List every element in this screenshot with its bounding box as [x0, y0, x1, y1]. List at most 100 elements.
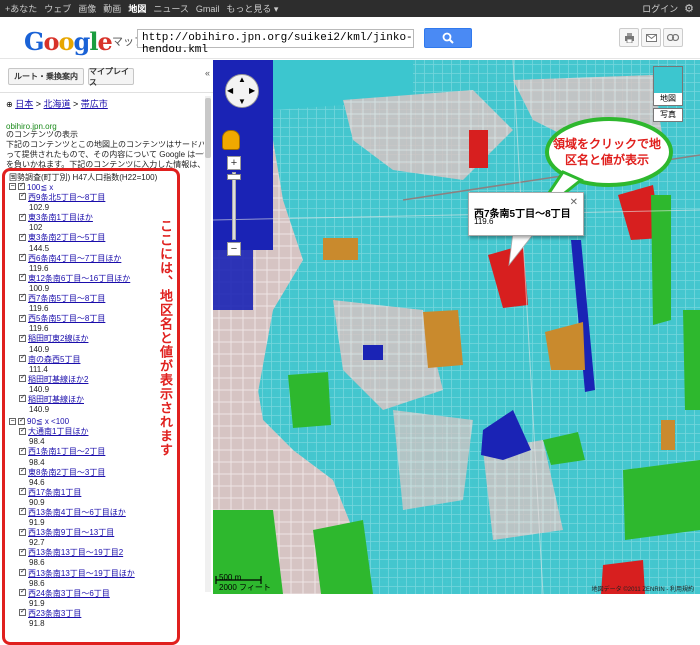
checkbox[interactable]	[19, 313, 26, 323]
legend-header: 国勢調査(町丁別) H47人口指数(H22=100)	[9, 173, 158, 182]
panel-scrollbar[interactable]	[205, 96, 211, 592]
checkbox[interactable]	[18, 181, 25, 191]
notice-line-3: って提供されたもので、その内容について Google は一切の責任	[6, 150, 204, 159]
checkbox[interactable]	[19, 393, 26, 403]
legend-item[interactable]: 西23条南3丁目	[5, 607, 177, 619]
maptype-map-button[interactable]: 地図	[653, 66, 683, 106]
checkbox[interactable]	[19, 191, 26, 202]
legend-value: 91.8	[29, 619, 45, 629]
login-link[interactable]: ログイン	[642, 2, 678, 15]
legend-group-100-plus[interactable]: −100≦ x	[5, 181, 177, 193]
checkbox[interactable]	[19, 353, 26, 363]
checkbox[interactable]	[19, 486, 26, 496]
google-top-bar: +あなた ウェブ 画像 動画 地図 ニュース Gmail もっと見る ▾ ログイ…	[0, 0, 700, 17]
breadcrumb-japan[interactable]: 日本	[15, 99, 33, 109]
print-icon	[624, 32, 634, 43]
legend-value: 98.6	[29, 578, 45, 588]
zoom-slider-thumb[interactable]	[227, 174, 241, 180]
legend-list: 国勢調査(町丁別) H47人口指数(H22=100) −100≦ x 西9条北5…	[2, 168, 180, 645]
nav-link-images[interactable]: 画像	[78, 2, 96, 15]
nav-link-web[interactable]: ウェブ	[44, 2, 71, 15]
pan-control[interactable]: ▲ ◀ ▶ ▼	[225, 74, 261, 118]
print-button[interactable]	[619, 28, 639, 47]
collapse-panel-icon[interactable]: «	[205, 68, 210, 78]
scale-label: 500 m 2000 フィート	[219, 573, 271, 592]
maptype-satellite-button[interactable]: 写真	[653, 108, 683, 122]
pan-left-icon[interactable]: ◀	[227, 86, 233, 95]
checkbox[interactable]	[19, 506, 26, 516]
callout-text: 領域をクリックで地区名と値が表示	[553, 137, 662, 167]
checkbox[interactable]	[19, 373, 26, 383]
mail-icon	[645, 33, 657, 42]
pegman-icon[interactable]	[222, 130, 240, 150]
close-icon[interactable]: ✕	[570, 197, 578, 208]
district-orange[interactable]	[423, 310, 463, 368]
nav-link-you[interactable]: +あなた	[5, 2, 37, 15]
zoom-slider[interactable]	[232, 172, 236, 240]
checkbox[interactable]	[19, 232, 26, 242]
scrollbar-thumb[interactable]	[205, 98, 211, 158]
email-button[interactable]	[641, 28, 661, 47]
breadcrumb-obihiro[interactable]: 帯広市	[81, 99, 108, 109]
checkbox[interactable]	[19, 547, 26, 557]
district-base	[393, 410, 473, 510]
map-canvas[interactable]: ▲ ◀ ▶ ▼ + − 地図 写真 ✕ 西7条南5丁目〜8丁目 119.6 領域…	[213, 60, 700, 594]
district-orange[interactable]	[323, 238, 358, 260]
search-input[interactable]: http://obihiro.jpn.org/suikei2/kml/jinko…	[137, 29, 414, 56]
checkbox[interactable]	[19, 426, 26, 436]
district-orange[interactable]	[661, 420, 675, 450]
checkbox[interactable]	[19, 252, 26, 262]
checkbox[interactable]	[19, 446, 26, 456]
checkbox[interactable]	[19, 333, 26, 343]
district-green[interactable]	[288, 372, 331, 428]
pan-right-icon[interactable]: ▶	[249, 86, 255, 95]
checkbox[interactable]	[19, 466, 26, 476]
nav-link-news[interactable]: ニュース	[153, 2, 189, 15]
checkbox[interactable]	[19, 607, 26, 617]
google-logo[interactable]: Google	[24, 27, 113, 56]
district-red[interactable]	[469, 130, 488, 168]
legend-value: 98.6	[29, 558, 45, 568]
checkbox[interactable]	[19, 292, 26, 303]
checkbox[interactable]	[19, 527, 26, 537]
breadcrumb-hokkaido[interactable]: 北海道	[44, 99, 71, 109]
district-blue[interactable]	[363, 345, 383, 360]
district-green[interactable]	[683, 310, 700, 410]
map-thumbnail	[654, 67, 682, 93]
link-button[interactable]	[663, 28, 683, 47]
zoom-out-button[interactable]: −	[227, 242, 241, 256]
breadcrumb-expand-icon[interactable]: ⊕	[6, 100, 13, 109]
district-blue[interactable]	[213, 250, 253, 310]
search-button[interactable]	[424, 28, 472, 48]
nav-link-more[interactable]: もっと見る ▾	[226, 2, 278, 15]
zoom-in-button[interactable]: +	[227, 156, 241, 170]
myplaces-button[interactable]: マイプレイス	[88, 67, 134, 87]
legend-item[interactable]: 西9条北5丁目〜8丁目	[5, 191, 177, 203]
legend-item[interactable]: 西13条南9丁目〜13丁目	[5, 527, 177, 538]
legend-item[interactable]: 西13条南13丁目〜19丁目2	[5, 547, 177, 558]
collapse-icon[interactable]: −	[9, 183, 16, 191]
map-copyright: 地図データ ©2011 ZENRIN - 利用規約	[591, 587, 694, 593]
breadcrumb: ⊕ 日本 > 北海道 > 帯広市	[6, 99, 108, 109]
checkbox[interactable]	[19, 272, 26, 282]
district-green[interactable]	[623, 460, 700, 540]
panel-divider	[0, 92, 213, 93]
nav-link-maps[interactable]: 地図	[128, 2, 146, 15]
route-button[interactable]: ルート・乗換案内	[8, 68, 84, 85]
checkbox[interactable]	[19, 212, 26, 222]
district-green[interactable]	[651, 195, 671, 325]
nav-link-video[interactable]: 動画	[103, 2, 121, 15]
checkbox[interactable]	[19, 567, 26, 577]
checkbox[interactable]	[18, 416, 25, 426]
info-window: ✕ 西7条南5丁目〜8丁目 119.6	[468, 192, 584, 236]
collapse-icon[interactable]: −	[9, 417, 16, 425]
legend-value: 102.9	[29, 203, 50, 213]
checkbox[interactable]	[19, 587, 26, 597]
notice-line-2: 下記のコンテンツとこの地図上のコンテンツはサードパーティによ	[6, 140, 204, 149]
pan-up-icon[interactable]: ▲	[238, 75, 246, 84]
pan-down-icon[interactable]: ▼	[238, 97, 246, 106]
district-green[interactable]	[313, 520, 373, 594]
nav-link-gmail[interactable]: Gmail	[196, 4, 220, 14]
gear-icon[interactable]: ⚙	[684, 2, 694, 15]
legend-item[interactable]: 西13条南13丁目〜19丁目ほか	[5, 567, 177, 579]
